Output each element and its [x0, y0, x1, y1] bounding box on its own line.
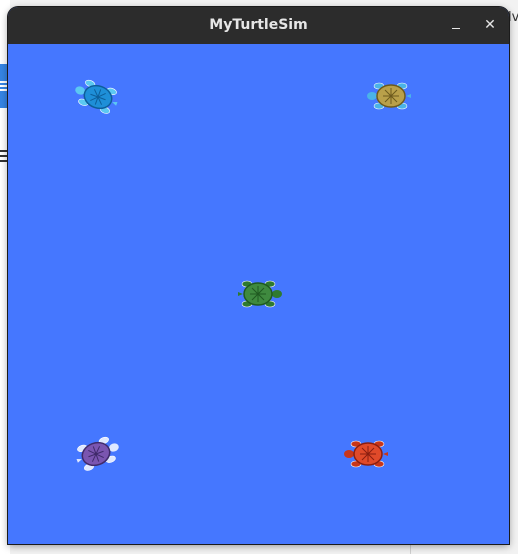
turtlesim-window: MyTurtleSim ✕	[8, 7, 509, 544]
minimize-button[interactable]	[444, 13, 468, 37]
background-text: lv	[508, 10, 518, 25]
minimize-icon	[452, 28, 460, 29]
turtle-layer	[75, 79, 411, 471]
background-list-icon	[0, 150, 7, 166]
window-title: MyTurtleSim	[209, 17, 308, 33]
close-button[interactable]: ✕	[478, 13, 502, 37]
close-icon: ✕	[484, 17, 496, 33]
turtle-red	[344, 440, 388, 468]
turtle-canvas	[8, 44, 509, 544]
title-bar[interactable]: MyTurtleSim ✕	[8, 7, 509, 44]
turtle-cyan	[75, 79, 118, 114]
turtle-purple	[76, 436, 119, 471]
turtle-green	[238, 280, 282, 308]
hamburger-icon	[0, 81, 7, 91]
turtle-yellow	[367, 82, 411, 110]
